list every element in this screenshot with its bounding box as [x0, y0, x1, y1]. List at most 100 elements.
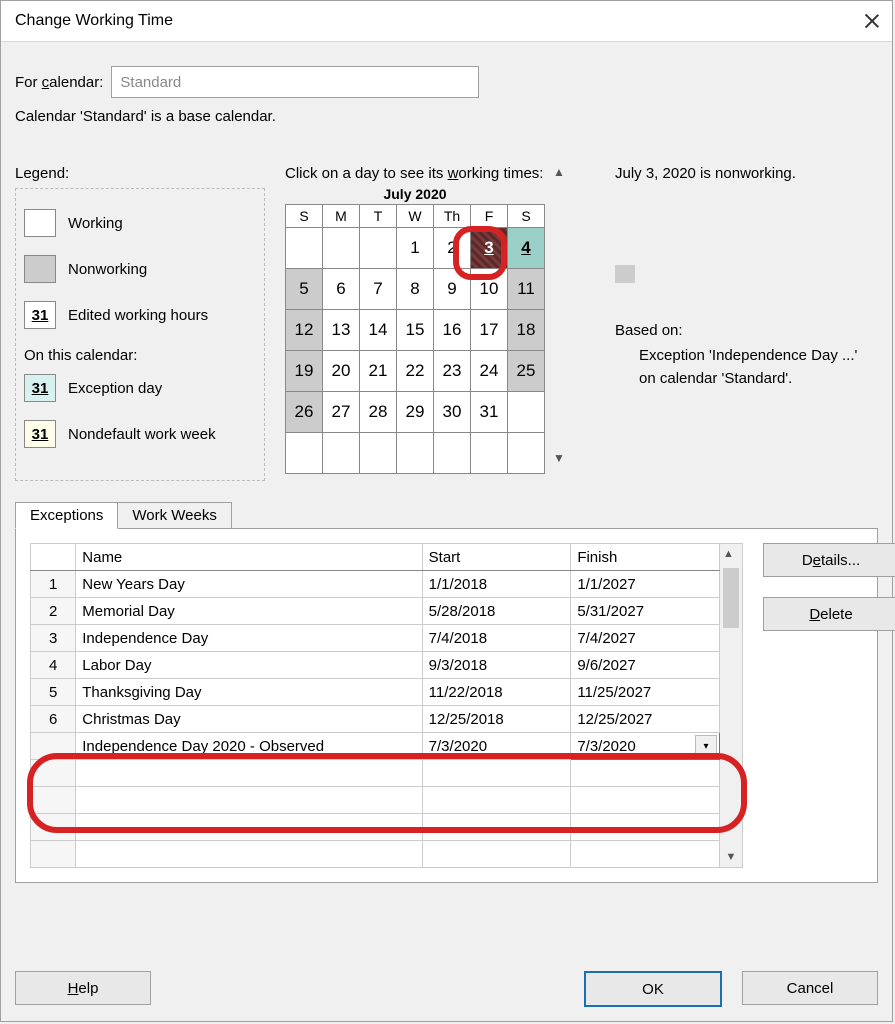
cell-finish[interactable]: 1/1/2027 [571, 571, 720, 598]
table-row[interactable]: 4Labor Day9/3/20189/6/2027 [31, 652, 720, 679]
delete-button[interactable]: Delete [763, 597, 895, 631]
calendar-day[interactable]: 17 [471, 310, 508, 351]
calendar-day[interactable]: 27 [323, 392, 360, 433]
calendar-day[interactable]: 1 [397, 228, 434, 269]
row-number[interactable]: 3 [31, 625, 76, 652]
calendar-day[interactable]: 13 [323, 310, 360, 351]
table-row-empty[interactable] [31, 814, 720, 841]
calendar-day[interactable]: 4 [508, 228, 545, 269]
calendar-day[interactable]: 31 [471, 392, 508, 433]
cell-name[interactable]: Memorial Day [76, 598, 422, 625]
calendar-grid[interactable]: SMTWThFS 1234567891011121314151617181920… [285, 204, 545, 474]
cell-finish[interactable]: 7/3/2020▾ [571, 733, 720, 760]
help-button[interactable]: Help [15, 971, 151, 1005]
calendar-day[interactable]: 8 [397, 269, 434, 310]
legend-item: Working [24, 209, 256, 237]
cancel-button[interactable]: Cancel [742, 971, 878, 1005]
col-finish[interactable]: Finish [571, 544, 720, 571]
calendar-day[interactable]: 6 [323, 269, 360, 310]
calendar-day[interactable]: 29 [397, 392, 434, 433]
chevron-down-icon[interactable]: ▾ [695, 735, 717, 757]
legend-swatch: 31 [24, 374, 56, 402]
table-row[interactable]: 6Christmas Day12/25/201812/25/2027 [31, 706, 720, 733]
scroll-down-icon[interactable]: ▼ [726, 847, 737, 867]
cell-finish[interactable]: 7/4/2027 [571, 625, 720, 652]
calendar-day[interactable]: 2 [434, 228, 471, 269]
row-number[interactable] [31, 733, 76, 760]
calendar-day[interactable]: 9 [434, 269, 471, 310]
cell-name[interactable]: Christmas Day [76, 706, 422, 733]
calendar-day[interactable]: 25 [508, 351, 545, 392]
calendar-day[interactable]: 10 [471, 269, 508, 310]
calendar-day[interactable]: 22 [397, 351, 434, 392]
table-scrollbar[interactable]: ▲ ▼ [720, 543, 743, 868]
col-name[interactable]: Name [76, 544, 422, 571]
dialog-window: Change Working Time For calendar: Standa… [0, 0, 893, 1022]
scroll-thumb[interactable] [723, 568, 739, 628]
calendar-scroll[interactable]: ▲ ▼ [549, 165, 569, 465]
calendar-day[interactable]: 11 [508, 269, 545, 310]
cell-start[interactable]: 9/3/2018 [422, 652, 571, 679]
cell-start[interactable]: 11/22/2018 [422, 679, 571, 706]
selection-chip [615, 265, 635, 283]
legend-item: Nonworking [24, 255, 256, 283]
row-number[interactable]: 6 [31, 706, 76, 733]
calendar-instruction: Click on a day to see its working times: [285, 165, 545, 182]
calendar-dow: W [397, 205, 434, 228]
calendar-day[interactable]: 26 [286, 392, 323, 433]
calendar-day[interactable]: 12 [286, 310, 323, 351]
details-button[interactable]: Details... [763, 543, 895, 577]
calendar-dow: S [508, 205, 545, 228]
row-number[interactable]: 5 [31, 679, 76, 706]
exceptions-table[interactable]: Name Start Finish 1New Years Day1/1/2018… [30, 543, 720, 868]
table-row[interactable]: 3Independence Day7/4/20187/4/2027 [31, 625, 720, 652]
calendar-day[interactable]: 21 [360, 351, 397, 392]
calendar-day[interactable]: 20 [323, 351, 360, 392]
calendar-day[interactable]: 5 [286, 269, 323, 310]
calendar-day[interactable]: 16 [434, 310, 471, 351]
calendar-day[interactable]: 23 [434, 351, 471, 392]
calendar-dropdown[interactable]: Standard [111, 66, 479, 98]
calendar-day[interactable]: 19 [286, 351, 323, 392]
calendar-day[interactable]: 14 [360, 310, 397, 351]
calendar-day[interactable]: 7 [360, 269, 397, 310]
table-row[interactable]: 2Memorial Day5/28/20185/31/2027 [31, 598, 720, 625]
scroll-down-icon[interactable]: ▼ [553, 451, 565, 465]
cell-name[interactable]: New Years Day [76, 571, 422, 598]
calendar-day[interactable]: 28 [360, 392, 397, 433]
cell-finish[interactable]: 12/25/2027 [571, 706, 720, 733]
scroll-up-icon[interactable]: ▲ [723, 544, 739, 564]
cell-finish[interactable]: 5/31/2027 [571, 598, 720, 625]
cell-finish[interactable]: 9/6/2027 [571, 652, 720, 679]
calendar-day[interactable]: 15 [397, 310, 434, 351]
cell-start[interactable]: 7/4/2018 [422, 625, 571, 652]
ok-button[interactable]: OK [584, 971, 722, 1007]
calendar-day[interactable]: 24 [471, 351, 508, 392]
row-number[interactable]: 4 [31, 652, 76, 679]
calendar-day[interactable]: 3 [471, 228, 508, 269]
cell-start[interactable]: 12/25/2018 [422, 706, 571, 733]
table-row[interactable]: 1New Years Day1/1/20181/1/2027 [31, 571, 720, 598]
cell-name[interactable]: Thanksgiving Day [76, 679, 422, 706]
table-row-empty[interactable] [31, 841, 720, 868]
cell-finish[interactable]: 11/25/2027 [571, 679, 720, 706]
table-row[interactable]: 5Thanksgiving Day11/22/201811/25/2027 [31, 679, 720, 706]
row-number[interactable]: 2 [31, 598, 76, 625]
tab-work-weeks[interactable]: Work Weeks [118, 502, 231, 529]
cell-start[interactable]: 1/1/2018 [422, 571, 571, 598]
col-start[interactable]: Start [422, 544, 571, 571]
close-icon[interactable] [864, 13, 880, 29]
cell-name[interactable]: Independence Day 2020 - Observed [76, 733, 422, 760]
calendar-day[interactable]: 30 [434, 392, 471, 433]
cell-name[interactable]: Independence Day [76, 625, 422, 652]
cell-start[interactable]: 7/3/2020 [422, 733, 571, 760]
scroll-up-icon[interactable]: ▲ [553, 165, 565, 179]
table-row-empty[interactable] [31, 760, 720, 787]
row-number[interactable]: 1 [31, 571, 76, 598]
cell-name[interactable]: Labor Day [76, 652, 422, 679]
cell-start[interactable]: 5/28/2018 [422, 598, 571, 625]
calendar-day[interactable]: 18 [508, 310, 545, 351]
table-row-empty[interactable] [31, 787, 720, 814]
tab-exceptions[interactable]: Exceptions [15, 502, 118, 529]
table-row[interactable]: Independence Day 2020 - Observed7/3/2020… [31, 733, 720, 760]
